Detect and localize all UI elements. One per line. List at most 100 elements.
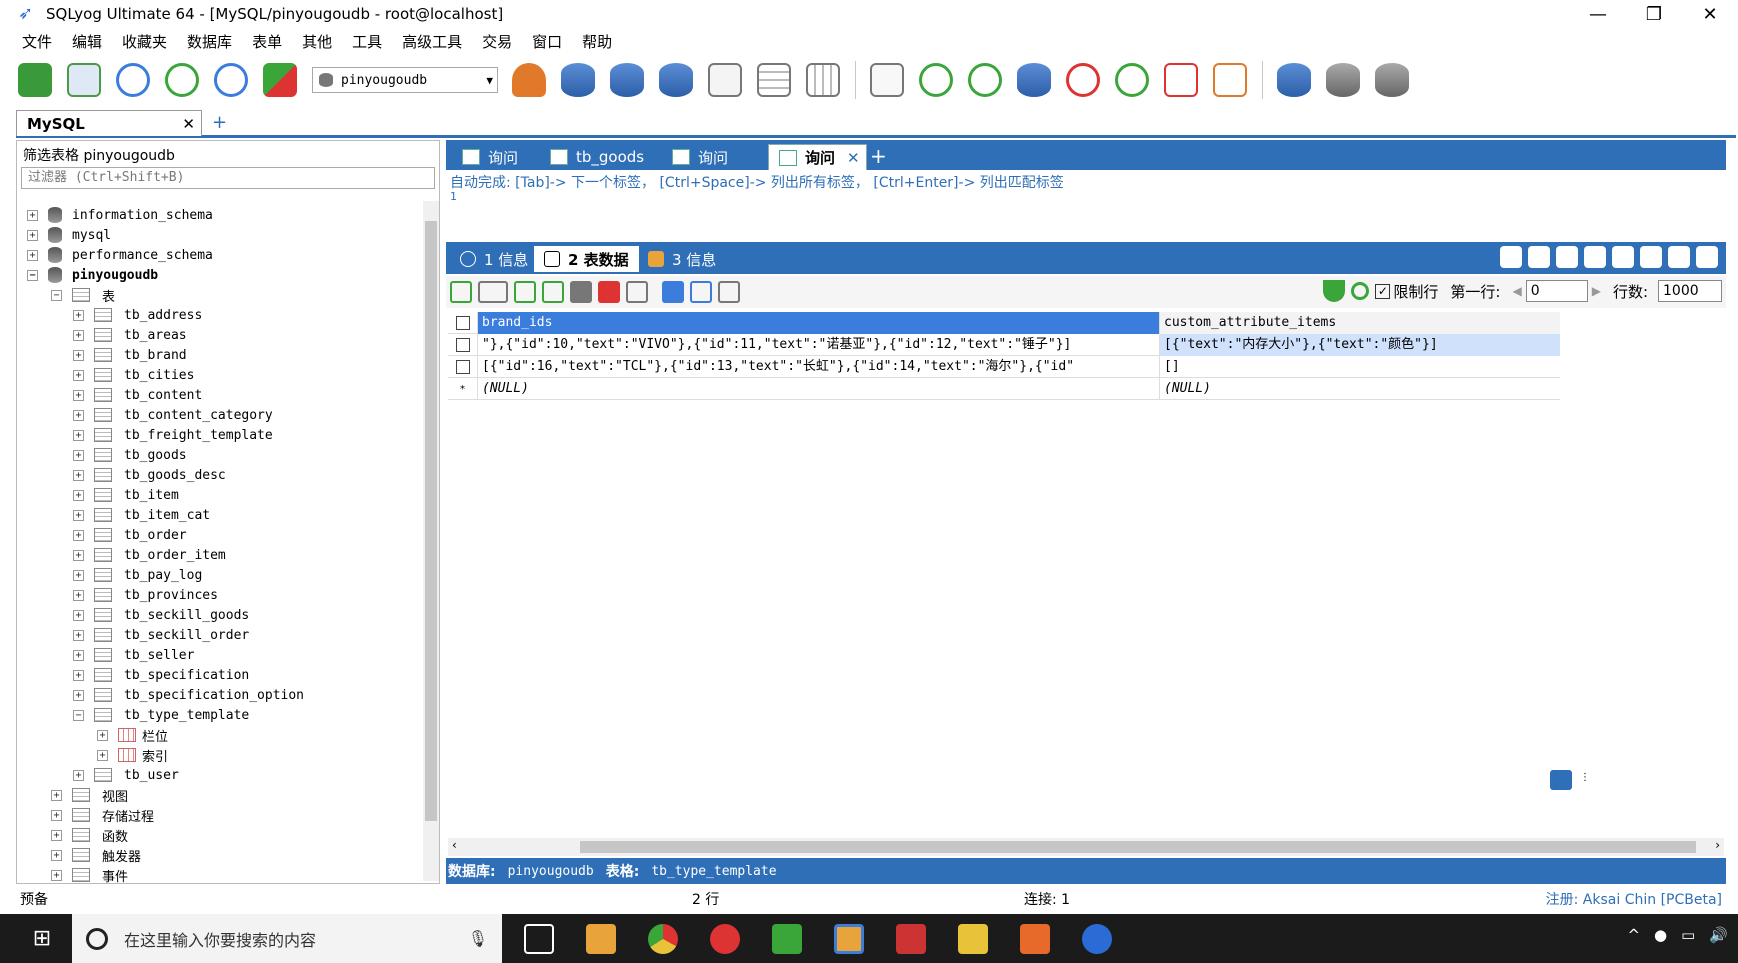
menu-database[interactable]: 数据库 [187, 31, 232, 52]
expand-icon[interactable]: + [51, 869, 62, 881]
execute-query-icon[interactable] [116, 63, 150, 97]
task-view-icon[interactable] [524, 923, 554, 954]
tree-db-mysql[interactable]: + mysql [27, 225, 111, 245]
form-view-icon[interactable] [690, 281, 712, 303]
export-dropdown-icon[interactable] [478, 281, 508, 303]
expand-icon[interactable]: + [51, 829, 62, 841]
query-tab-tb-goods[interactable]: tb_goods [540, 144, 644, 170]
user-manager-icon[interactable] [512, 63, 546, 97]
database-sync-icon[interactable] [659, 63, 693, 97]
tree-table-tb-seckill-order[interactable]: + tb_seckill_order [73, 625, 249, 645]
select-all-cell[interactable] [448, 312, 478, 334]
query-tab-1[interactable]: 询问 [452, 144, 518, 170]
menu-tools[interactable]: 工具 [352, 31, 382, 52]
schedule-icon[interactable] [1066, 63, 1100, 97]
microphone-icon[interactable]: 🎙 [468, 929, 488, 948]
database-select[interactable]: pinyougoudb ▼ [312, 67, 498, 93]
taskbar-app-icon[interactable] [586, 923, 616, 954]
execute-all-icon[interactable] [165, 63, 199, 97]
cancel-changes-icon[interactable] [626, 281, 648, 303]
tree-table-tb-provinces[interactable]: + tb_provinces [73, 585, 218, 605]
expand-icon[interactable]: + [73, 509, 84, 521]
tree-table-tb-seckill-goods[interactable]: + tb_seckill_goods [73, 605, 249, 625]
schema-designer-icon[interactable] [708, 63, 742, 97]
grid-view-icon[interactable] [662, 281, 684, 303]
history-icon[interactable] [1115, 63, 1149, 97]
close-tab-icon[interactable]: ✕ [847, 149, 860, 167]
tree-db-performance-schema[interactable]: + performance_schema [27, 245, 213, 265]
text-view-icon[interactable] [718, 281, 740, 303]
calendar-icon[interactable] [1164, 63, 1198, 97]
layout-icon[interactable] [1213, 63, 1247, 97]
expand-icon[interactable]: + [27, 209, 38, 221]
expand-icon[interactable]: + [73, 329, 84, 341]
menu-window[interactable]: 窗口 [532, 31, 562, 52]
grid-cell[interactable]: (NULL) [478, 378, 1160, 400]
tree-table-tb-order-item[interactable]: + tb_order_item [73, 545, 226, 565]
scrollbar-thumb[interactable] [425, 221, 437, 821]
expand-icon[interactable]: + [73, 469, 84, 481]
row-select-cell[interactable] [448, 334, 478, 356]
scrollbar-thumb[interactable] [580, 841, 1696, 853]
windows-start-icon[interactable]: ⊞ [20, 914, 64, 963]
row-select-cell[interactable] [448, 356, 478, 378]
table-row-new[interactable]: * (NULL) (NULL) [448, 378, 1560, 400]
scroll-left-icon[interactable]: ‹ [452, 838, 457, 852]
table-row[interactable]: [{"id":16,"text":"TCL"},{"id":13,"text":… [448, 356, 1560, 378]
expand-icon[interactable]: + [73, 629, 84, 641]
import-icon[interactable] [919, 63, 953, 97]
expand-icon[interactable]: + [73, 429, 84, 441]
add-query-tab-icon[interactable]: + [870, 144, 887, 168]
menu-favorites[interactable]: 收藏夹 [122, 31, 167, 52]
grid-cell[interactable]: [{"text":"内存大小"},{"text":"颜色"}] [1160, 334, 1560, 356]
collapse-icon[interactable]: − [27, 269, 38, 281]
expand-icon[interactable]: + [73, 409, 84, 421]
expand-icon[interactable]: + [51, 809, 62, 821]
collapse-icon[interactable]: − [73, 709, 84, 721]
more-options-icon[interactable]: ⋮ [1580, 772, 1590, 783]
tree-db-pinyougoudb[interactable]: − pinyougoudb [27, 265, 158, 285]
tree-folder-functions[interactable]: + 函数 [51, 825, 128, 845]
duplicate-row-icon[interactable] [542, 281, 564, 303]
restore-button[interactable]: ❐ [1626, 0, 1682, 28]
tree-table-tb-pay-log[interactable]: + tb_pay_log [73, 565, 202, 585]
expand-icon[interactable]: + [73, 529, 84, 541]
taskbar-app-green-icon[interactable] [772, 923, 802, 954]
tree-folder-events[interactable]: + 事件 [51, 865, 128, 885]
floating-action-icon[interactable] [1550, 770, 1572, 790]
tree-folder-triggers[interactable]: + 触发器 [51, 845, 141, 865]
row-checkbox[interactable] [455, 338, 470, 352]
network-icon[interactable]: ▭ [1681, 926, 1695, 944]
tree-table-tb-freight-template[interactable]: + tb_freight_template [73, 425, 273, 445]
filter-icon[interactable] [1323, 280, 1346, 302]
expand-icon[interactable]: + [73, 649, 84, 661]
tree-table-tb-content[interactable]: + tb_content [73, 385, 202, 405]
taskbar-app-red-icon[interactable] [710, 923, 740, 954]
select-all-checkbox[interactable] [455, 316, 470, 330]
query-builder-icon[interactable] [870, 63, 904, 97]
shirt-icon[interactable] [1668, 246, 1690, 268]
menu-transaction[interactable]: 交易 [482, 31, 512, 52]
tree-folder-views[interactable]: + 视图 [51, 785, 128, 805]
expand-icon[interactable]: + [73, 569, 84, 581]
database-copy-icon[interactable] [1277, 63, 1311, 97]
database-export-icon[interactable] [1326, 63, 1360, 97]
refresh-icon[interactable] [1351, 282, 1370, 300]
database-import-icon[interactable] [1375, 63, 1409, 97]
tray-app-icon[interactable]: ● [1654, 926, 1667, 944]
connection-tab-mysql[interactable]: MySQL ✕ [16, 110, 202, 136]
grid-cell[interactable]: [{"id":16,"text":"TCL"},{"id":13,"text":… [478, 356, 1160, 378]
new-query-icon[interactable] [67, 63, 101, 97]
font-icon[interactable] [1528, 246, 1550, 268]
expand-icon[interactable]: + [73, 769, 84, 781]
grid-cell[interactable]: [] [1160, 356, 1560, 378]
expand-icon[interactable]: + [73, 669, 84, 681]
taskbar-search-box[interactable]: 在这里输入你要搜索的内容 🎙 [72, 914, 502, 963]
tree-table-tb-item[interactable]: + tb_item [73, 485, 179, 505]
tree-table-tb-specification-option[interactable]: + tb_specification_option [73, 685, 304, 705]
close-button[interactable]: ✕ [1682, 0, 1738, 28]
new-connection-icon[interactable] [18, 63, 52, 97]
tree-table-tb-areas[interactable]: + tb_areas [73, 325, 187, 345]
result-tab-info-3[interactable]: 3 信息 [638, 246, 726, 272]
tree-indexes-folder[interactable]: + 索引 [97, 745, 168, 765]
